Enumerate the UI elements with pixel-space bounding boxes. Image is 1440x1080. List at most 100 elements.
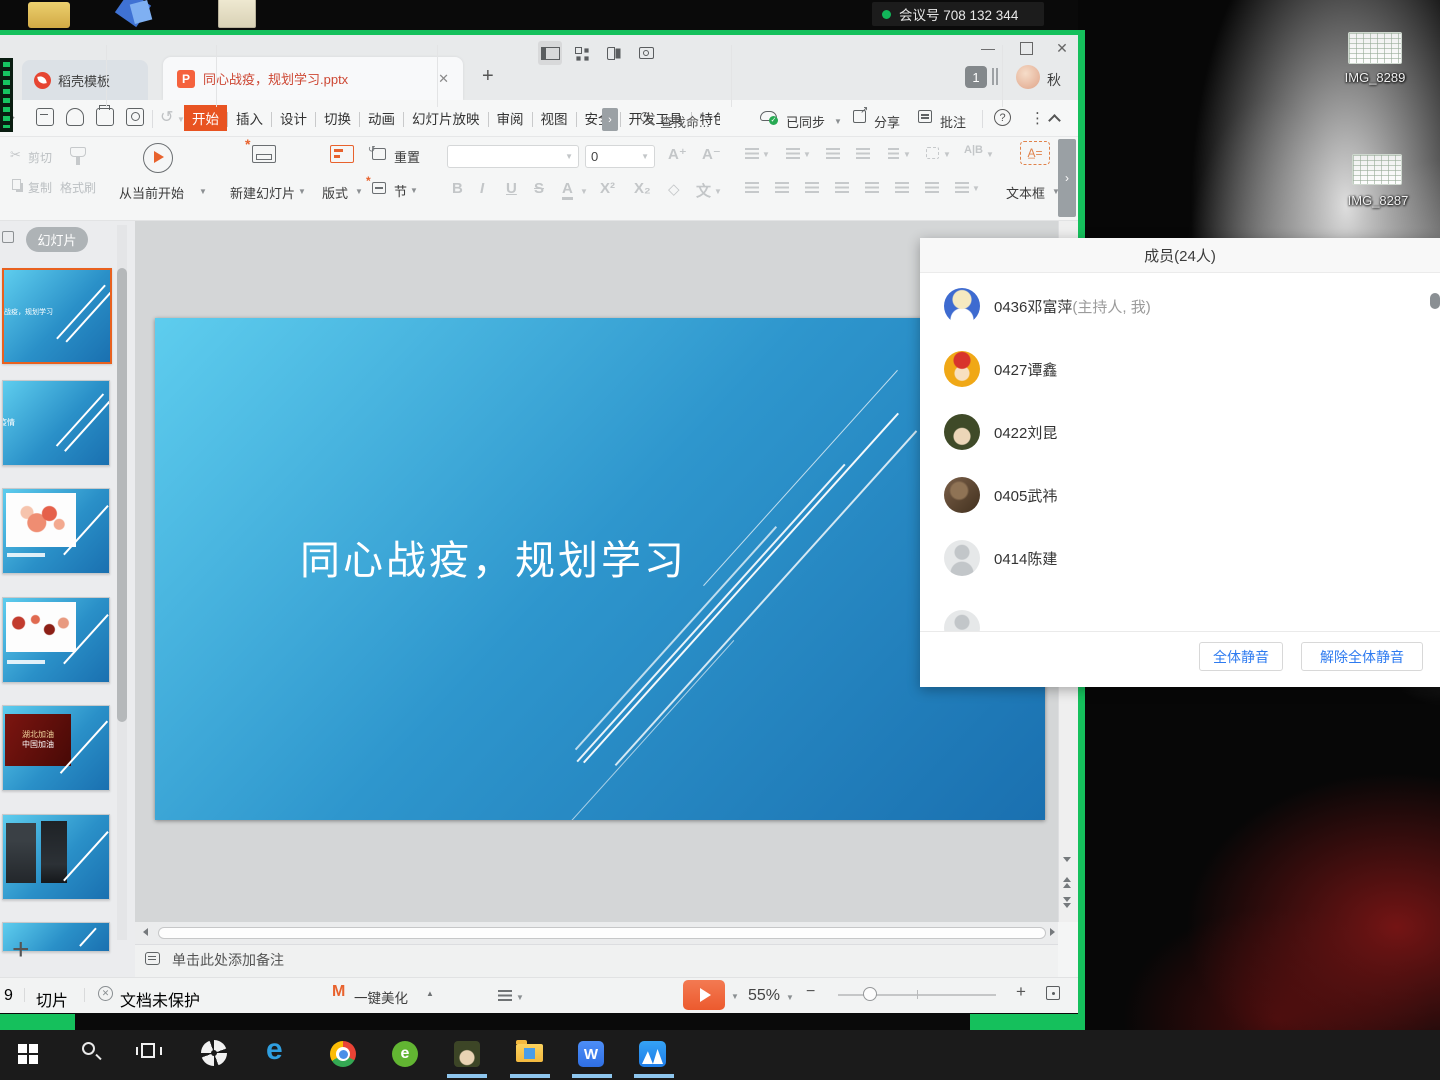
- distribute-text-icon[interactable]: [865, 182, 879, 193]
- zoom-out-button[interactable]: −: [806, 983, 815, 1001]
- play-slideshow-button[interactable]: [683, 980, 725, 1010]
- copy-icon[interactable]: [12, 179, 21, 190]
- menu-tab-design[interactable]: 设计: [272, 105, 315, 131]
- save-icon[interactable]: [36, 108, 54, 126]
- line-spacing-icon[interactable]: [955, 182, 969, 193]
- netdisk-app-icon[interactable]: [201, 1040, 227, 1066]
- normal-view-button[interactable]: [538, 41, 562, 65]
- slide-sorter-view-button[interactable]: [570, 41, 594, 65]
- decrease-spacing-icon[interactable]: [925, 182, 939, 193]
- share-icon[interactable]: ↗: [853, 110, 866, 123]
- menu-tab-animation[interactable]: 动画: [360, 105, 403, 131]
- reset-slide-label[interactable]: 重置: [394, 147, 420, 166]
- format-painter-label[interactable]: 格式刷: [60, 179, 96, 196]
- member-row[interactable]: 0414陈建: [920, 527, 1440, 590]
- beautify-button[interactable]: 一键美化: [354, 987, 408, 1007]
- slide-thumbnail-3[interactable]: [2, 488, 110, 574]
- align-center-icon[interactable]: [775, 182, 789, 193]
- align-text-dropdown-icon[interactable]: ▼: [943, 150, 951, 159]
- scroll-left-icon[interactable]: [143, 928, 148, 936]
- desktop-file-img8289-label[interactable]: IMG_8289: [1335, 70, 1415, 85]
- slide-thumbnail-5[interactable]: 湖北加油 中国加油: [2, 705, 110, 791]
- tab-document[interactable]: P 同心战疫，规划学习.pptx ✕: [163, 57, 463, 100]
- align-text-icon[interactable]: [926, 147, 939, 159]
- beautify-up-icon[interactable]: ▲: [426, 989, 434, 998]
- format-painter-icon[interactable]: [70, 147, 86, 157]
- status-slice-label[interactable]: 切片: [36, 987, 68, 1011]
- align-right-icon[interactable]: [805, 182, 819, 193]
- print-icon[interactable]: [96, 108, 114, 126]
- menu-overflow-chevron[interactable]: ›: [602, 108, 618, 131]
- start-button-icon[interactable]: [18, 1044, 27, 1053]
- font-size-select[interactable]: 0▼: [585, 145, 655, 168]
- menu-tab-slideshow[interactable]: 幻灯片放映: [404, 105, 488, 131]
- align-left-icon[interactable]: [745, 182, 759, 193]
- section-label[interactable]: 节: [394, 181, 407, 200]
- document-protection-label[interactable]: 文档未保护: [120, 987, 200, 1011]
- increase-indent-icon[interactable]: [856, 148, 870, 159]
- find-command-label[interactable]: 查找命...: [660, 112, 710, 131]
- scroll-right-icon[interactable]: [1050, 928, 1055, 936]
- undo-icon[interactable]: ↺: [160, 107, 173, 127]
- clear-format-icon[interactable]: ◇: [668, 180, 680, 198]
- zoom-level-value[interactable]: 55%: [748, 987, 780, 1005]
- zoom-dropdown-icon[interactable]: ▼: [786, 993, 794, 1002]
- qq-app-icon[interactable]: [454, 1041, 480, 1067]
- superscript-icon[interactable]: X²: [600, 180, 615, 197]
- status-notes-dropdown-icon[interactable]: ▼: [516, 993, 524, 1002]
- horizontal-scrollbar-thumb[interactable]: [158, 927, 1046, 939]
- synced-dropdown-icon[interactable]: ▼: [834, 117, 842, 126]
- tab-close-icon[interactable]: ✕: [438, 71, 449, 87]
- ribbon-expand-button[interactable]: ›: [1058, 139, 1076, 217]
- slide-thumbnail-2[interactable]: 疫情: [2, 380, 110, 466]
- textbox-icon[interactable]: A̲=: [1020, 141, 1050, 165]
- numbered-dropdown-icon[interactable]: ▼: [803, 150, 811, 159]
- comment-label[interactable]: 批注: [940, 112, 966, 131]
- status-notes-toggle-icon[interactable]: [498, 990, 512, 1001]
- text-effects-dropdown-icon[interactable]: ▼: [986, 150, 994, 159]
- underline-icon[interactable]: U: [506, 180, 517, 197]
- justify-icon[interactable]: [835, 182, 849, 193]
- subscript-icon[interactable]: X₂: [634, 180, 651, 197]
- font-name-select[interactable]: ▼: [447, 145, 579, 168]
- member-mic-icon[interactable]: [1430, 293, 1440, 309]
- notes-placeholder[interactable]: 单击此处添加备注: [172, 950, 284, 970]
- menu-tab-review[interactable]: 审阅: [489, 105, 532, 131]
- member-row[interactable]: 0427谭鑫: [920, 338, 1440, 401]
- window-minimize-button[interactable]: —: [972, 36, 1004, 60]
- mute-all-button[interactable]: 全体静音: [1199, 642, 1283, 671]
- share-label[interactable]: 分享: [874, 112, 900, 131]
- decrease-indent-icon[interactable]: [826, 148, 840, 159]
- comment-icon[interactable]: [918, 110, 932, 123]
- phonetic-dropdown-icon[interactable]: ▼: [714, 187, 722, 196]
- grow-font-icon[interactable]: A⁺: [668, 145, 687, 163]
- chrome-browser-icon[interactable]: [330, 1041, 356, 1067]
- notification-badge[interactable]: 1: [965, 66, 987, 88]
- shrink-font-icon[interactable]: A⁻: [702, 145, 721, 163]
- member-row[interactable]: 0405武祎: [920, 464, 1440, 527]
- next-slide-button[interactable]: [1063, 897, 1071, 908]
- unmute-all-button[interactable]: 解除全体静音: [1301, 642, 1423, 671]
- edge-browser-icon[interactable]: e: [266, 1033, 283, 1067]
- cloud-sync-icon[interactable]: ✓: [760, 111, 777, 121]
- slide-canvas[interactable]: 同心战疫，规划学习: [155, 318, 1045, 820]
- print-preview-icon[interactable]: [126, 108, 144, 126]
- new-slide-label[interactable]: 新建幻灯片: [230, 183, 295, 202]
- wps-app-icon[interactable]: W: [578, 1041, 604, 1067]
- member-row[interactable]: 0422刘昆: [920, 401, 1440, 464]
- slide-thumbnail-6[interactable]: [2, 814, 110, 900]
- zoom-slider-thumb[interactable]: [863, 987, 877, 1001]
- browser-360-icon[interactable]: e: [392, 1041, 418, 1067]
- play-from-current-icon[interactable]: [143, 143, 173, 173]
- bullet-dropdown-icon[interactable]: ▼: [762, 150, 770, 159]
- font-color-icon[interactable]: A: [562, 180, 573, 200]
- text-effects-icon[interactable]: A|B: [964, 144, 983, 156]
- more-menu-icon[interactable]: ⋮: [1030, 109, 1045, 127]
- slide-thumbnail-1[interactable]: 同心战疫，规划学习: [2, 268, 112, 364]
- menu-tab-transition[interactable]: 切换: [316, 105, 359, 131]
- new-slide-dropdown-icon[interactable]: ▼: [298, 187, 306, 196]
- task-view-icon[interactable]: [141, 1043, 155, 1058]
- slide-layout-icon[interactable]: [330, 145, 354, 163]
- synced-label[interactable]: 已同步: [786, 112, 825, 131]
- new-slide-icon[interactable]: *: [252, 145, 276, 163]
